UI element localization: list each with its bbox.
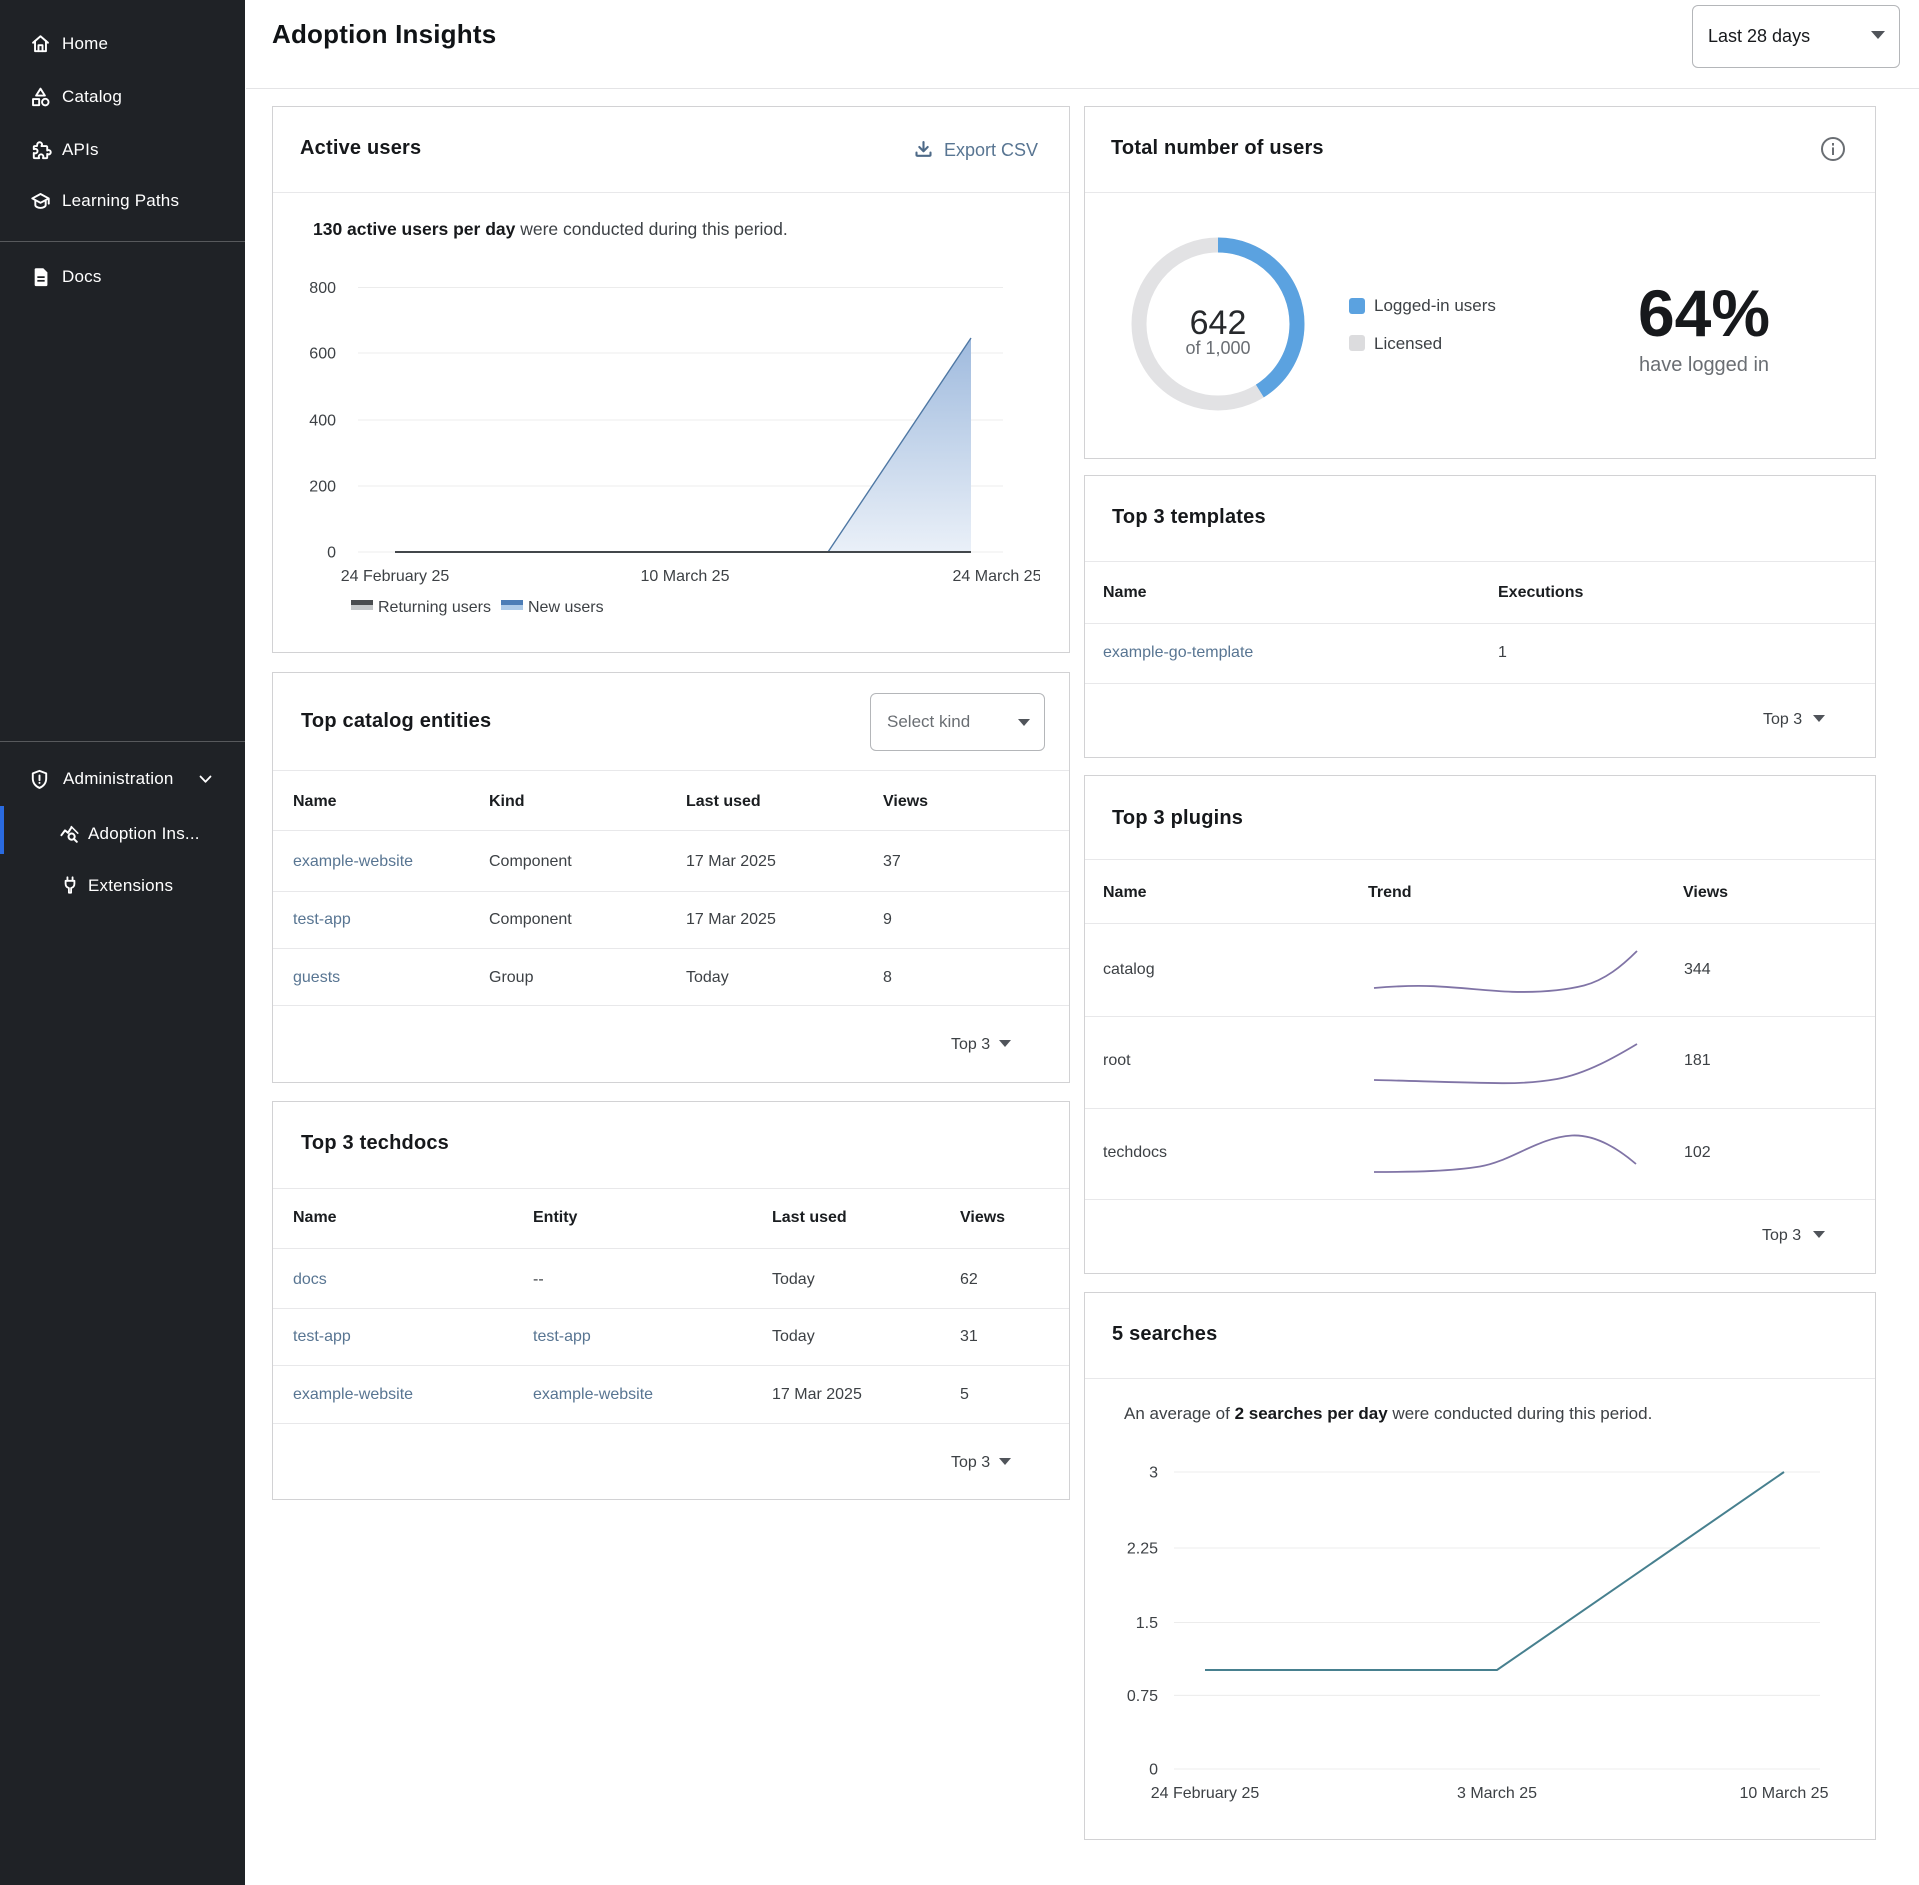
svg-text:10 March 25: 10 March 25 xyxy=(641,568,730,585)
svg-text:0: 0 xyxy=(327,545,336,562)
svg-text:2.25: 2.25 xyxy=(1127,1541,1158,1558)
svg-text:3: 3 xyxy=(1149,1465,1158,1482)
svg-text:200: 200 xyxy=(309,479,336,496)
svg-text:600: 600 xyxy=(309,346,336,363)
svg-text:New users: New users xyxy=(528,599,604,616)
svg-text:800: 800 xyxy=(309,280,336,297)
svg-text:10 March 25: 10 March 25 xyxy=(1740,1785,1829,1802)
svg-text:400: 400 xyxy=(309,413,336,430)
svg-text:24 March 25: 24 March 25 xyxy=(953,568,1040,585)
svg-text:0.75: 0.75 xyxy=(1127,1688,1158,1705)
svg-text:0: 0 xyxy=(1149,1762,1158,1779)
svg-text:24 February 25: 24 February 25 xyxy=(1151,1785,1260,1802)
svg-text:1.5: 1.5 xyxy=(1136,1615,1158,1632)
svg-text:Returning users: Returning users xyxy=(378,599,491,616)
svg-text:3 March 25: 3 March 25 xyxy=(1457,1785,1537,1802)
svg-text:24 February 25: 24 February 25 xyxy=(341,568,450,585)
